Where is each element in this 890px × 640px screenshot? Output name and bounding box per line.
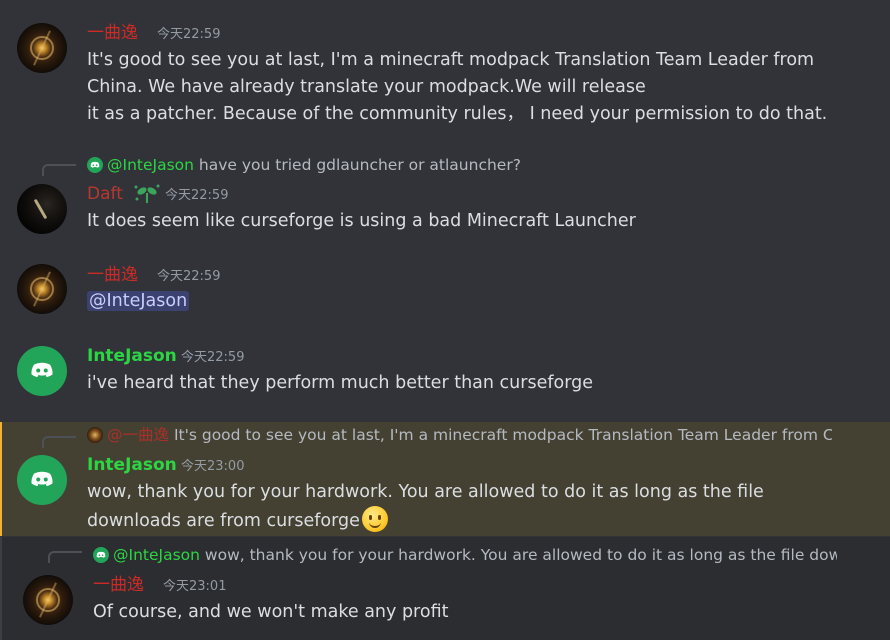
reply-author[interactable]: @一曲逸 — [107, 426, 169, 444]
message-timestamp: 今天22:59 — [165, 188, 229, 203]
user-avatar[interactable] — [17, 264, 67, 314]
reply-spine — [48, 551, 82, 563]
message-5[interactable]: @一曲逸 It's good to see you at last, I'm a… — [0, 422, 890, 536]
message-4[interactable]: InteJason 今天22:59 i've heard that they p… — [0, 338, 890, 418]
reply-preview[interactable]: @一曲逸 It's good to see you at last, I'm a… — [87, 425, 832, 445]
message-text-line: China. We have already translate your mo… — [87, 77, 646, 97]
message-3[interactable]: 一曲逸 今天22:59 @InteJason — [0, 255, 890, 330]
reply-text: wow, thank you for your hardwork. You ar… — [204, 546, 837, 564]
message-text-line: It's good to see you at last, I'm a mine… — [87, 50, 815, 70]
reply-text: It's good to see you at last, I'm a mine… — [173, 426, 832, 444]
reply-text: have you tried gdlauncher or atlauncher? — [198, 156, 521, 174]
user-mention[interactable]: @InteJason — [87, 291, 190, 311]
author-name[interactable]: 一曲逸 — [87, 265, 138, 285]
reply-author[interactable]: @InteJason — [113, 546, 200, 564]
reply-avatar — [87, 427, 103, 443]
message-text-segment: downloads are from curseforge — [87, 511, 360, 531]
sprout-badge-icon — [132, 183, 162, 209]
message-timestamp: 今天22:59 — [157, 269, 221, 284]
discord-logo-icon — [87, 157, 103, 173]
message-text-line: downloads are from curseforge — [87, 506, 388, 535]
message-text-line: wow, thank you for your hardwork. You ar… — [87, 482, 764, 502]
user-avatar[interactable] — [17, 184, 67, 234]
reply-spine — [42, 164, 76, 176]
message-timestamp: 今天22:59 — [181, 350, 245, 365]
message-text-line: @InteJason — [87, 288, 190, 315]
author-name[interactable]: InteJason — [87, 346, 177, 366]
author-name[interactable]: 一曲逸 — [93, 575, 144, 595]
message-text-line: It does seem like curseforge is using a … — [87, 211, 636, 231]
reply-preview[interactable]: @InteJason have you tried gdlauncher or … — [87, 155, 521, 175]
message-6[interactable]: @InteJason wow, thank you for your hardw… — [0, 537, 890, 640]
reply-author[interactable]: @InteJason — [107, 156, 194, 174]
message-timestamp: 今天23:00 — [181, 459, 245, 474]
slightly-smiling-face-emoji — [361, 506, 388, 532]
author-name[interactable]: 一曲逸 — [87, 23, 138, 43]
discord-logo-icon — [93, 547, 109, 563]
message-text-line: Of course, and we won't make any profit — [93, 602, 449, 622]
message-text-line: i've heard that they perform much better… — [87, 373, 593, 393]
author-name[interactable]: InteJason — [87, 455, 177, 475]
discord-logo-icon — [31, 362, 53, 378]
user-avatar[interactable] — [23, 575, 73, 625]
message-2[interactable]: @InteJason have you tried gdlauncher or … — [0, 150, 890, 245]
reply-preview[interactable]: @InteJason wow, thank you for your hardw… — [93, 545, 837, 565]
discord-logo-icon — [31, 471, 53, 487]
user-avatar[interactable] — [17, 346, 67, 396]
message-1[interactable]: 一曲逸 今天22:59 It's good to see you at last… — [0, 0, 890, 140]
message-timestamp: 今天22:59 — [157, 27, 221, 42]
message-timestamp: 今天23:01 — [163, 579, 227, 594]
message-text-line: it as a patcher. Because of the communit… — [87, 104, 828, 124]
reply-spine — [42, 436, 76, 448]
author-name[interactable]: Daft — [87, 184, 123, 204]
user-avatar[interactable] — [17, 455, 67, 505]
user-avatar[interactable] — [17, 23, 67, 73]
